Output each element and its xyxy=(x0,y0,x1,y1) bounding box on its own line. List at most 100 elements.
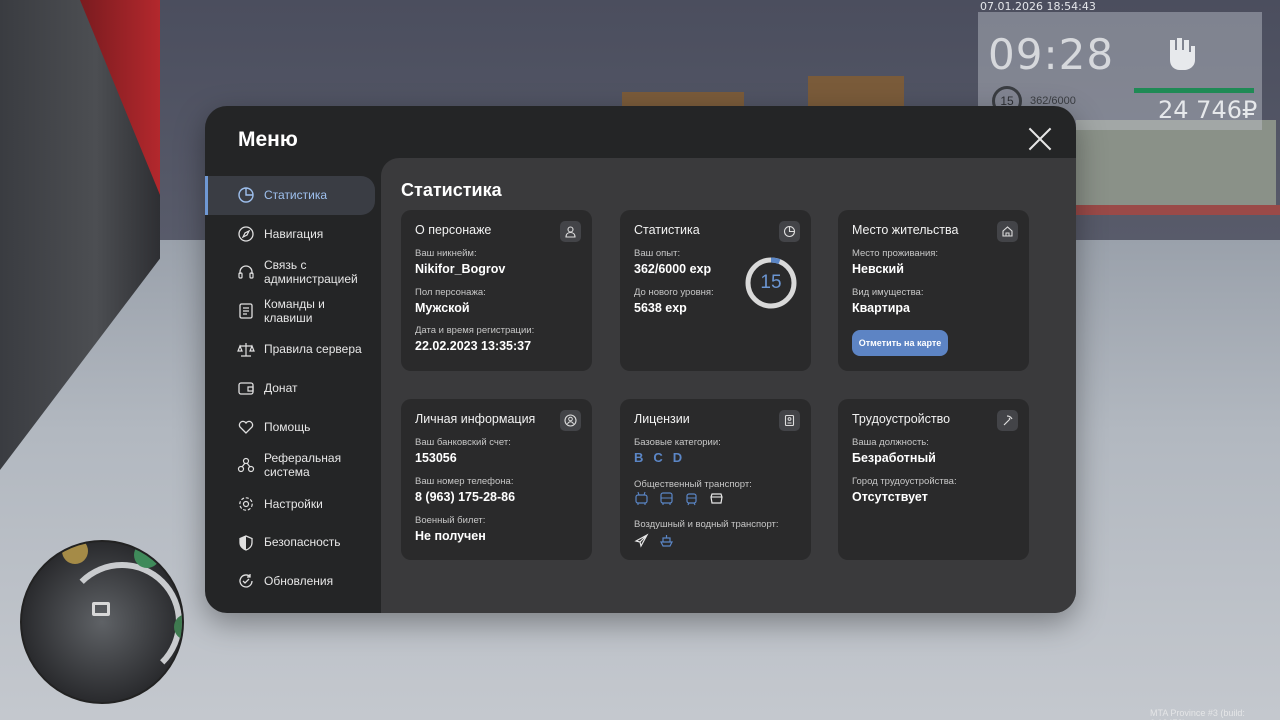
property-value: Квартира xyxy=(852,301,910,315)
phone-label: Ваш номер телефона: xyxy=(415,476,514,487)
work-city-value: Отсутствует xyxy=(852,490,928,504)
card-licenses: Лицензии Базовые категории: B C D Общест… xyxy=(620,399,811,560)
card-title: Трудоустройство xyxy=(852,412,951,426)
sidebar-item-updates[interactable]: Обновления xyxy=(205,562,381,601)
sidebar-item-rules[interactable]: Правила сервера xyxy=(205,330,381,369)
game-fence xyxy=(1076,205,1280,215)
sidebar-item-commands[interactable]: Команды и клавиши xyxy=(205,292,381,331)
minimap[interactable] xyxy=(20,540,184,704)
compass-icon xyxy=(238,226,254,242)
card-title: Место жительства xyxy=(852,223,959,237)
sidebar-item-statistics[interactable]: Статистика xyxy=(205,176,375,215)
next-level-value: 5638 exp xyxy=(634,301,687,315)
scales-icon xyxy=(237,342,255,357)
sidebar-item-navigation[interactable]: Навигация xyxy=(205,215,381,254)
hud-money: 24 746₽ xyxy=(1158,96,1258,124)
heart-handshake-icon xyxy=(238,420,254,434)
sidebar-item-label: Безопасность xyxy=(264,535,341,550)
card-title: Личная информация xyxy=(415,412,536,426)
airplane-icon xyxy=(634,533,649,548)
residence-place-label: Место проживания: xyxy=(852,248,939,259)
license-category: B xyxy=(634,450,644,465)
military-label: Военный билет: xyxy=(415,515,486,526)
sidebar-item-label: Помощь xyxy=(264,419,311,434)
next-level-label: До нового уровня: xyxy=(634,287,714,298)
public-transport-label: Общественный транспорт: xyxy=(634,479,752,490)
sidebar-item-label: Донат xyxy=(264,381,298,396)
minimap-road xyxy=(62,562,182,682)
sidebar-item-label: Правила сервера xyxy=(264,342,362,357)
bus-icon xyxy=(660,492,673,505)
minimap-poi-icon xyxy=(62,542,88,564)
license-category: C xyxy=(653,450,663,465)
air-water-transport-label: Воздушный и водный транспорт: xyxy=(634,519,779,530)
hud-health-bar xyxy=(1134,88,1254,93)
sidebar-item-label: Команды и клавиши xyxy=(264,296,325,326)
sidebar-item-label: Связь с администрацией xyxy=(264,257,358,287)
game-building xyxy=(1076,120,1276,210)
nickname-label: Ваш никнейм: xyxy=(415,248,477,259)
card-character: О персонаже Ваш никнейм: Nikifor_Bogrov … xyxy=(401,210,592,371)
close-icon[interactable] xyxy=(1027,126,1053,152)
card-personal: Личная информация Ваш банковский счет: 1… xyxy=(401,399,592,560)
minimap-poi-icon xyxy=(134,542,160,568)
sidebar-item-label: Настройки xyxy=(264,496,323,511)
bank-label: Ваш банковский счет: xyxy=(415,437,511,448)
mark-on-map-button[interactable]: Отметить на карте xyxy=(852,330,948,356)
sidebar-item-label: Навигация xyxy=(264,226,324,241)
menu-title: Меню xyxy=(238,128,298,151)
network-icon xyxy=(237,458,255,473)
card-title: Статистика xyxy=(634,223,700,237)
sidebar-item-donate[interactable]: Донат xyxy=(205,369,381,408)
card-stats: Статистика Ваш опыт: 362/6000 exp До нов… xyxy=(620,210,811,371)
exp-label: Ваш опыт: xyxy=(634,248,681,259)
license-category: D xyxy=(672,450,683,465)
trolleybus-icon xyxy=(635,491,648,505)
sidebar-item-security[interactable]: Безопасность xyxy=(205,523,381,562)
base-categories: B C D xyxy=(634,450,682,465)
card-title: Лицензии xyxy=(634,412,690,426)
pie-chart-icon[interactable] xyxy=(779,221,800,242)
sidebar-item-admin-contact[interactable]: Связь с администрацией xyxy=(205,253,381,292)
user-icon[interactable] xyxy=(560,221,581,242)
user-circle-icon[interactable] xyxy=(560,410,581,431)
card-employment: Трудоустройство Ваша должность: Безработ… xyxy=(838,399,1029,560)
card-title: О персонаже xyxy=(415,223,492,237)
shield-icon xyxy=(239,534,253,551)
air-water-transport-icons xyxy=(634,533,674,548)
gender-value: Мужской xyxy=(415,301,470,315)
property-label: Вид имущества: xyxy=(852,287,924,298)
refresh-check-icon xyxy=(239,574,253,588)
gear-icon xyxy=(239,497,253,511)
menu-window: Меню Статистика Навигация Связь с админи… xyxy=(205,106,1076,613)
fist-icon xyxy=(1170,38,1195,70)
home-icon[interactable] xyxy=(997,221,1018,242)
sidebar-item-help[interactable]: Помощь xyxy=(205,408,381,447)
exp-value: 362/6000 exp xyxy=(634,262,712,276)
nickname-value: Nikifor_Bogrov xyxy=(415,262,506,276)
train-icon xyxy=(710,493,723,504)
military-value: Не получен xyxy=(415,529,486,543)
sidebar-item-referral[interactable]: Реферальная система xyxy=(205,446,381,485)
public-transport-icons xyxy=(634,491,724,506)
position-label: Ваша должность: xyxy=(852,437,929,448)
content-panel: Статистика О персонаже Ваш никнейм: Niki… xyxy=(381,158,1076,613)
position-value: Безработный xyxy=(852,451,936,465)
content-title: Статистика xyxy=(401,180,502,200)
document-icon xyxy=(239,303,253,319)
card-residence: Место жительства Место проживания: Невск… xyxy=(838,210,1029,371)
work-city-label: Город трудоустройства: xyxy=(852,476,957,487)
sidebar-item-label: Обновления xyxy=(264,573,334,588)
minimap-home-icon xyxy=(92,602,110,616)
registration-value: 22.02.2023 13:35:37 xyxy=(415,339,532,353)
base-categories-label: Базовые категории: xyxy=(634,437,721,448)
level-number: 15 xyxy=(760,272,782,293)
phone-value: 8 (963) 175-28-86 xyxy=(415,490,516,504)
hud-time: 09:28 xyxy=(988,30,1115,79)
id-card-icon[interactable] xyxy=(779,410,800,431)
registration-label: Дата и время регистрации: xyxy=(415,325,535,336)
sidebar-item-settings[interactable]: Настройки xyxy=(205,485,381,524)
gender-label: Пол персонажа: xyxy=(415,287,486,298)
sidebar-item-label: Статистика xyxy=(264,188,328,203)
pickaxe-icon[interactable] xyxy=(997,410,1018,431)
